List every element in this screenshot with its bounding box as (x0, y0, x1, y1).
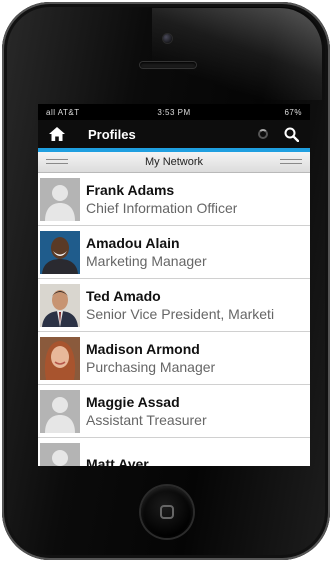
device-home-button[interactable] (141, 486, 193, 538)
profile-row[interactable]: Frank Adams Chief Information Officer (38, 173, 310, 226)
loading-spinner-icon (258, 129, 268, 139)
earpiece-speaker (140, 62, 196, 68)
app-header: Profiles (38, 120, 310, 152)
profile-name: Maggie Assad (86, 394, 180, 410)
network-label: My Network (144, 156, 204, 168)
phone-frame: all AT&T 3:53 PM 67% Profiles My Network (2, 2, 330, 560)
profile-row[interactable]: Madison Armond Purchasing Manager (38, 332, 310, 385)
profile-name: Madison Armond (86, 341, 200, 357)
drag-handle-left-icon[interactable] (46, 158, 68, 165)
phone-glare (152, 8, 322, 100)
avatar-placeholder (40, 389, 80, 433)
carrier-label: all AT&T (46, 107, 80, 117)
avatar-photo (40, 230, 80, 274)
front-camera (163, 34, 172, 43)
search-button[interactable] (280, 123, 302, 145)
battery-label: 67% (284, 107, 302, 117)
profile-name: Matt Ayer (86, 456, 149, 466)
profile-row[interactable]: Amadou Alain Marketing Manager (38, 226, 310, 279)
profile-title: Senior Vice President, Marketi (86, 306, 275, 322)
profile-name: Ted Amado (86, 288, 161, 304)
profile-row[interactable]: Matt Ayer (38, 438, 310, 466)
profile-title: Chief Information Officer (86, 200, 238, 216)
my-network-selector[interactable]: My Network (38, 152, 310, 173)
avatar-placeholder (40, 177, 80, 221)
profile-title: Assistant Treasurer (86, 412, 207, 428)
avatar-placeholder (40, 442, 80, 466)
page-title: Profiles (88, 126, 136, 142)
avatar-photo (40, 336, 80, 380)
profile-list: Frank Adams Chief Information Officer Am… (38, 173, 310, 466)
screen: all AT&T 3:53 PM 67% Profiles My Network (38, 104, 310, 466)
drag-handle-right-icon[interactable] (280, 158, 302, 165)
avatar-photo (40, 283, 80, 327)
profile-title: Marketing Manager (86, 253, 207, 269)
profile-name: Frank Adams (86, 182, 175, 198)
profile-name: Amadou Alain (86, 235, 180, 251)
home-icon (49, 127, 65, 141)
search-icon (284, 127, 299, 142)
home-square-icon (160, 505, 174, 519)
profile-title: Purchasing Manager (86, 359, 216, 375)
home-button[interactable] (44, 122, 70, 146)
profile-row[interactable]: Maggie Assad Assistant Treasurer (38, 385, 310, 438)
profile-row[interactable]: Ted Amado Senior Vice President, Marketi (38, 279, 310, 332)
status-bar: all AT&T 3:53 PM 67% (38, 104, 310, 120)
